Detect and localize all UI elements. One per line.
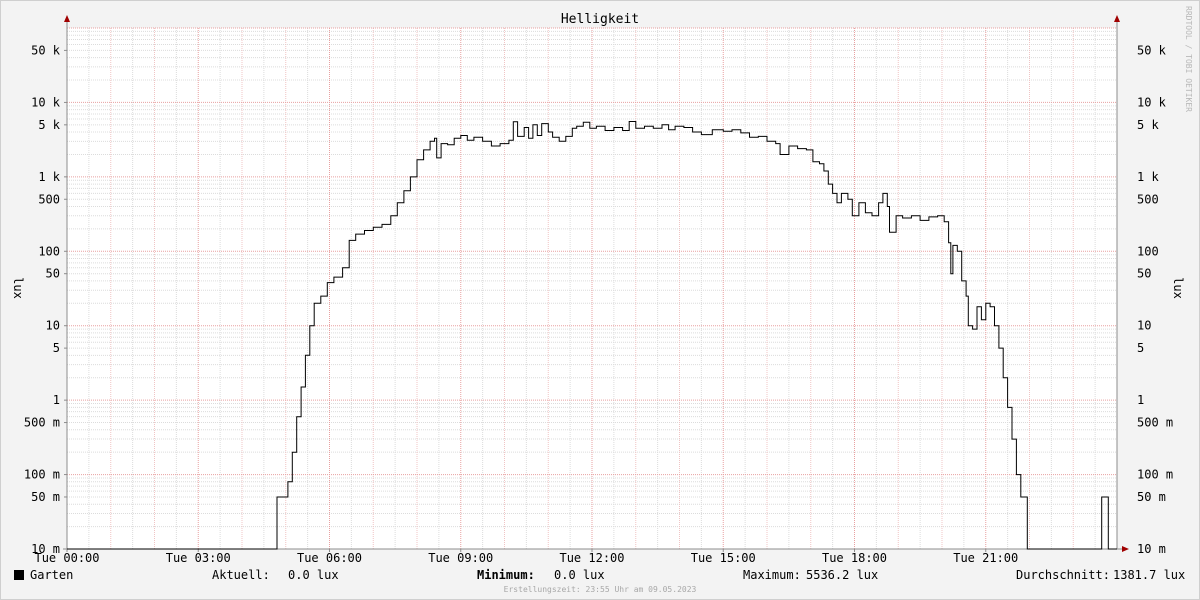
y-axis-labels-left: 50 k 10 k 5 k 1 k 500 100 50 10 5 1 500 m 100 m 50 m… (24, 43, 61, 556)
y-tick-label-right: 1 k (1137, 170, 1159, 184)
legend-average-label: Durchschnitt: (1016, 568, 1110, 582)
y-tick-label-right: 5 k (1137, 118, 1159, 132)
legend-maximum-value: 5536.2 lux (806, 568, 878, 582)
legend-current-label: Aktuell: (212, 568, 270, 582)
legend-current-value: 0.0 lux (288, 568, 339, 582)
y-tick-label-right: 500 m (1137, 416, 1173, 430)
x-axis-arrow (1122, 546, 1129, 552)
x-axis-labels: Tue 00:00 Tue 03:00 Tue 06:00 Tue 09:00 Tue … (34, 551, 1018, 565)
x-tick-label: Tue 09:00 (428, 551, 493, 565)
legend-minimum-value: 0.0 lux (554, 568, 605, 582)
y-tick-label-left: 1 k (38, 170, 60, 184)
y-axis-labels-right: 50 k 10 k 5 k 1 k 500 100 50 10 5 1 500 m 100 m 50 m… (1137, 43, 1173, 556)
y-axis-arrow-left (64, 15, 70, 22)
y-axis-title-right: lux (1171, 277, 1185, 299)
rrdtool-watermark: RRDTOOL / TOBI OETIKER (1184, 6, 1193, 112)
x-tick-label: Tue 21:00 (953, 551, 1018, 565)
y-tick-label-right: 5 (1137, 341, 1144, 355)
y-tick-label-right: 10 k (1137, 95, 1167, 109)
y-tick-label-left: 10 k (31, 95, 61, 109)
y-tick-label-left: 10 (46, 319, 60, 333)
y-tick-label-left: 5 k (38, 118, 60, 132)
legend-average-value: 1381.7 lux (1113, 568, 1185, 582)
y-tick-label-left: 100 (38, 244, 60, 258)
y-tick-label-right: 50 m (1137, 490, 1166, 504)
y-tick-label-left: 1 (53, 393, 60, 407)
y-tick-label-left: 50 (46, 267, 60, 281)
y-tick-label-left: 5 (53, 341, 60, 355)
y-tick-label-left: 500 m (24, 416, 60, 430)
y-tick-label-left: 100 m (24, 468, 60, 482)
y-tick-label-right: 50 (1137, 267, 1151, 281)
x-tick-label: Tue 18:00 (822, 551, 887, 565)
brightness-chart: 50 k 10 k 5 k 1 k 500 100 50 10 5 1 500 m 100 m 50 m… (11, 6, 1193, 594)
y-tick-label-right: 10 m (1137, 542, 1166, 556)
x-tick-label: Tue 03:00 (166, 551, 231, 565)
legend-series-name: Garten (30, 568, 73, 582)
y-tick-label-left: 500 (38, 192, 60, 206)
y-tick-label-right: 500 (1137, 192, 1159, 206)
creation-timestamp: Erstellungszeit: 23:55 Uhr am 09.05.2023 (504, 585, 697, 594)
y-tick-label-left: 50 m (31, 490, 60, 504)
y-tick-label-right: 100 m (1137, 468, 1173, 482)
legend-maximum-label: Maximum: (743, 568, 801, 582)
x-tick-label: Tue 15:00 (691, 551, 756, 565)
y-tick-label-right: 100 (1137, 244, 1159, 258)
legend-swatch-garten (14, 570, 24, 580)
y-axis-title-left: lux (11, 277, 25, 299)
x-tick-label: Tue 12:00 (559, 551, 624, 565)
y-tick-label-right: 50 k (1137, 43, 1167, 57)
x-tick-label: Tue 06:00 (297, 551, 362, 565)
y-tick-label-right: 10 (1137, 319, 1151, 333)
y-axis-arrow-right (1114, 15, 1120, 22)
y-tick-label-left: 50 k (31, 43, 61, 57)
y-tick-label-right: 1 (1137, 393, 1144, 407)
x-tick-label: Tue 00:00 (34, 551, 99, 565)
chart-title: Helligkeit (561, 12, 639, 27)
legend-minimum-label: Minimum: (477, 568, 535, 582)
